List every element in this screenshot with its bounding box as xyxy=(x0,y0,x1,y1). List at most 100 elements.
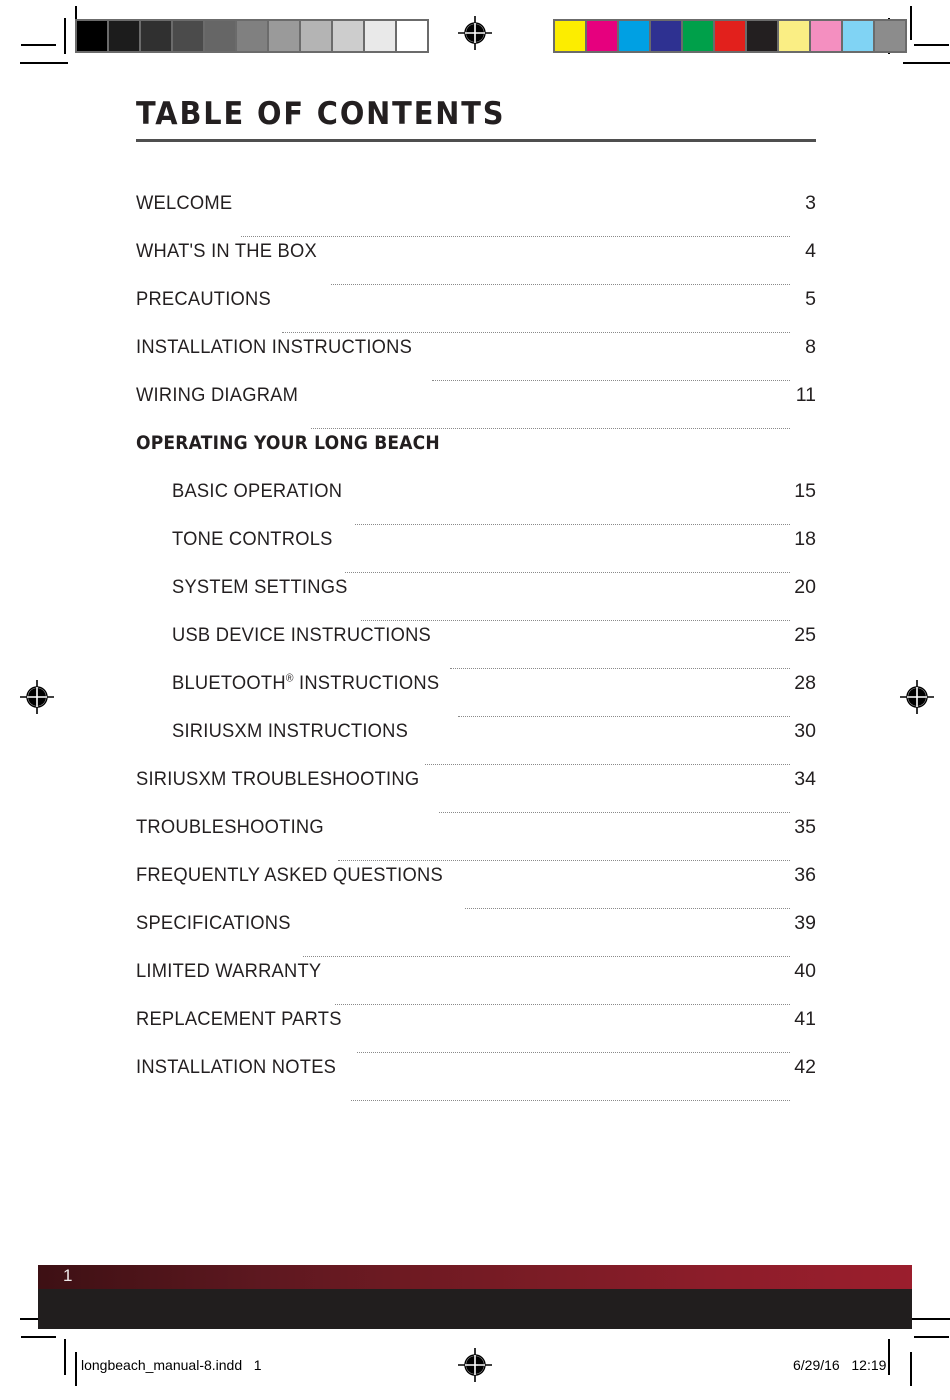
toc-entry[interactable]: FREQUENTLY ASKED QUESTIONS 36 xyxy=(136,864,816,912)
toc-entry-label: OPERATING YOUR LONG BEACH xyxy=(136,432,440,454)
toc-entry-label: SYSTEM SETTINGS xyxy=(172,576,348,598)
toc-entry-page-number: 35 xyxy=(794,816,816,838)
color-calibration-bar xyxy=(553,19,907,53)
toc-entry-label: BASIC OPERATION xyxy=(172,480,343,502)
bleed-mark-top-right xyxy=(903,62,950,64)
toc-entry[interactable]: INSTALLATION NOTES 42 xyxy=(136,1056,816,1104)
toc-entry-label: INSTALLATION NOTES xyxy=(136,1056,337,1078)
trim-mark-top-left xyxy=(64,18,66,54)
calibration-swatch xyxy=(747,21,777,51)
calibration-swatch xyxy=(301,21,331,51)
footer-dark-bar xyxy=(38,1289,912,1329)
calibration-swatch xyxy=(333,21,363,51)
toc-entry-page-number: 3 xyxy=(805,192,816,214)
calibration-swatch xyxy=(109,21,139,51)
calibration-swatch xyxy=(269,21,299,51)
toc-entry[interactable]: WIRING DIAGRAM 11 xyxy=(136,384,816,432)
toc-leader-dots xyxy=(360,616,790,621)
toc-entry[interactable]: SYSTEM SETTINGS 20 xyxy=(136,576,816,624)
toc-entry-label: TONE CONTROLS xyxy=(172,528,333,550)
crop-mark-top-right-vertical xyxy=(910,6,912,40)
toc-entry-page-number: 15 xyxy=(794,480,816,502)
calibration-swatch xyxy=(587,21,617,51)
toc-leader-dots xyxy=(356,1048,790,1053)
toc-entry-page-number: 4 xyxy=(805,240,816,262)
toc-leader-dots xyxy=(425,760,790,765)
calibration-swatch xyxy=(397,21,427,51)
toc-entry[interactable]: BASIC OPERATION 15 xyxy=(136,480,816,528)
toc-entry[interactable]: WHAT'S IN THE BOX 4 xyxy=(136,240,816,288)
title-divider-rule xyxy=(136,139,816,142)
toc-entry-label: BLUETOOTH® INSTRUCTIONS xyxy=(172,672,440,694)
footer-band xyxy=(38,1265,912,1329)
crop-mark-bottom-right-horizontal xyxy=(914,1336,949,1338)
registration-target-icon-right xyxy=(900,680,934,714)
toc-leader-dots xyxy=(240,232,790,237)
calibration-swatch xyxy=(779,21,809,51)
toc-leader-dots xyxy=(281,328,790,333)
registered-trademark-icon: ® xyxy=(285,672,294,685)
toc-entry[interactable]: SIRIUSXM INSTRUCTIONS 30 xyxy=(136,720,816,768)
toc-leader-dots xyxy=(330,280,790,285)
toc-leader-dots xyxy=(449,664,790,669)
toc-entry-page-number: 30 xyxy=(794,720,816,742)
crop-mark-bottom-left-vertical xyxy=(75,1352,77,1386)
toc-section-header[interactable]: OPERATING YOUR LONG BEACH xyxy=(136,432,816,480)
toc-leader-dots xyxy=(344,568,790,573)
print-slug-timestamp: 6/29/16 12:19 xyxy=(793,1357,887,1373)
toc-entry-label: FREQUENTLY ASKED QUESTIONS xyxy=(136,864,443,886)
toc-leader-dots xyxy=(310,424,790,429)
crop-mark-top-right-horizontal xyxy=(914,44,949,46)
print-slug-filename: longbeach_manual-8.indd 1 xyxy=(81,1357,262,1373)
toc-entry-page-number: 18 xyxy=(794,528,816,550)
toc-entry-label: WHAT'S IN THE BOX xyxy=(136,240,317,262)
document-page: TABLE OF CONTENTS WELCOME 3 WHAT'S IN THE … xyxy=(0,0,950,1400)
toc-entry[interactable]: USB DEVICE INSTRUCTIONS 25 xyxy=(136,624,816,672)
calibration-swatch xyxy=(237,21,267,51)
toc-entry-label: INSTALLATION INSTRUCTIONS xyxy=(136,336,413,358)
toc-entry[interactable]: SPECIFICATIONS 39 xyxy=(136,912,816,960)
toc-entry-page-number: 36 xyxy=(794,864,816,886)
page-title: TABLE OF CONTENTS xyxy=(136,96,506,132)
toc-entry[interactable]: TROUBLESHOOTING 35 xyxy=(136,816,816,864)
toc-entry[interactable]: WELCOME 3 xyxy=(136,192,816,240)
toc-entry-label: SIRIUSXM INSTRUCTIONS xyxy=(172,720,409,742)
calibration-swatch xyxy=(555,21,585,51)
toc-entry-page-number: 5 xyxy=(805,288,816,310)
toc-leader-dots xyxy=(431,376,790,381)
toc-leader-dots xyxy=(355,520,790,525)
table-of-contents-list: WELCOME 3 WHAT'S IN THE BOX 4 PRECAUTIONS 5 IN… xyxy=(136,192,816,1104)
toc-entry-label: REPLACEMENT PARTS xyxy=(136,1008,342,1030)
grayscale-calibration-bar xyxy=(75,19,429,53)
toc-entry[interactable]: REPLACEMENT PARTS 41 xyxy=(136,1008,816,1056)
toc-leader-dots xyxy=(350,1096,790,1101)
toc-entry[interactable]: PRECAUTIONS 5 xyxy=(136,288,816,336)
bleed-mark-top-left xyxy=(20,62,68,64)
toc-entry-page-number: 41 xyxy=(794,1008,816,1030)
footer-red-gradient-bar xyxy=(38,1265,912,1289)
toc-entry-label: SIRIUSXM TROUBLESHOOTING xyxy=(136,768,420,790)
calibration-swatch xyxy=(715,21,745,51)
toc-entry[interactable]: INSTALLATION INSTRUCTIONS 8 xyxy=(136,336,816,384)
toc-entry-page-number: 39 xyxy=(794,912,816,934)
toc-entry-page-number: 25 xyxy=(794,624,816,646)
toc-entry[interactable]: BLUETOOTH® INSTRUCTIONS 28 xyxy=(136,672,816,720)
calibration-swatch xyxy=(843,21,873,51)
toc-entry-label: USB DEVICE INSTRUCTIONS xyxy=(172,624,432,646)
calibration-swatch xyxy=(651,21,681,51)
toc-entry[interactable]: SIRIUSXM TROUBLESHOOTING 34 xyxy=(136,768,816,816)
calibration-swatch xyxy=(683,21,713,51)
calibration-swatch xyxy=(173,21,203,51)
calibration-swatch xyxy=(811,21,841,51)
trim-mark-bottom-left xyxy=(64,1339,66,1375)
toc-entry-page-number: 34 xyxy=(794,768,816,790)
toc-entry-page-number: 11 xyxy=(795,384,816,406)
crop-mark-bottom-left-horizontal xyxy=(21,1336,56,1338)
toc-entry[interactable]: TONE CONTROLS 18 xyxy=(136,528,816,576)
toc-entry[interactable]: LIMITED WARRANTY 40 xyxy=(136,960,816,1008)
toc-leader-dots xyxy=(464,904,790,909)
toc-entry-page-number: 8 xyxy=(805,336,816,358)
toc-entry-page-number: 42 xyxy=(794,1056,816,1078)
page-number: 1 xyxy=(63,1266,73,1285)
toc-leader-dots xyxy=(335,1000,790,1005)
